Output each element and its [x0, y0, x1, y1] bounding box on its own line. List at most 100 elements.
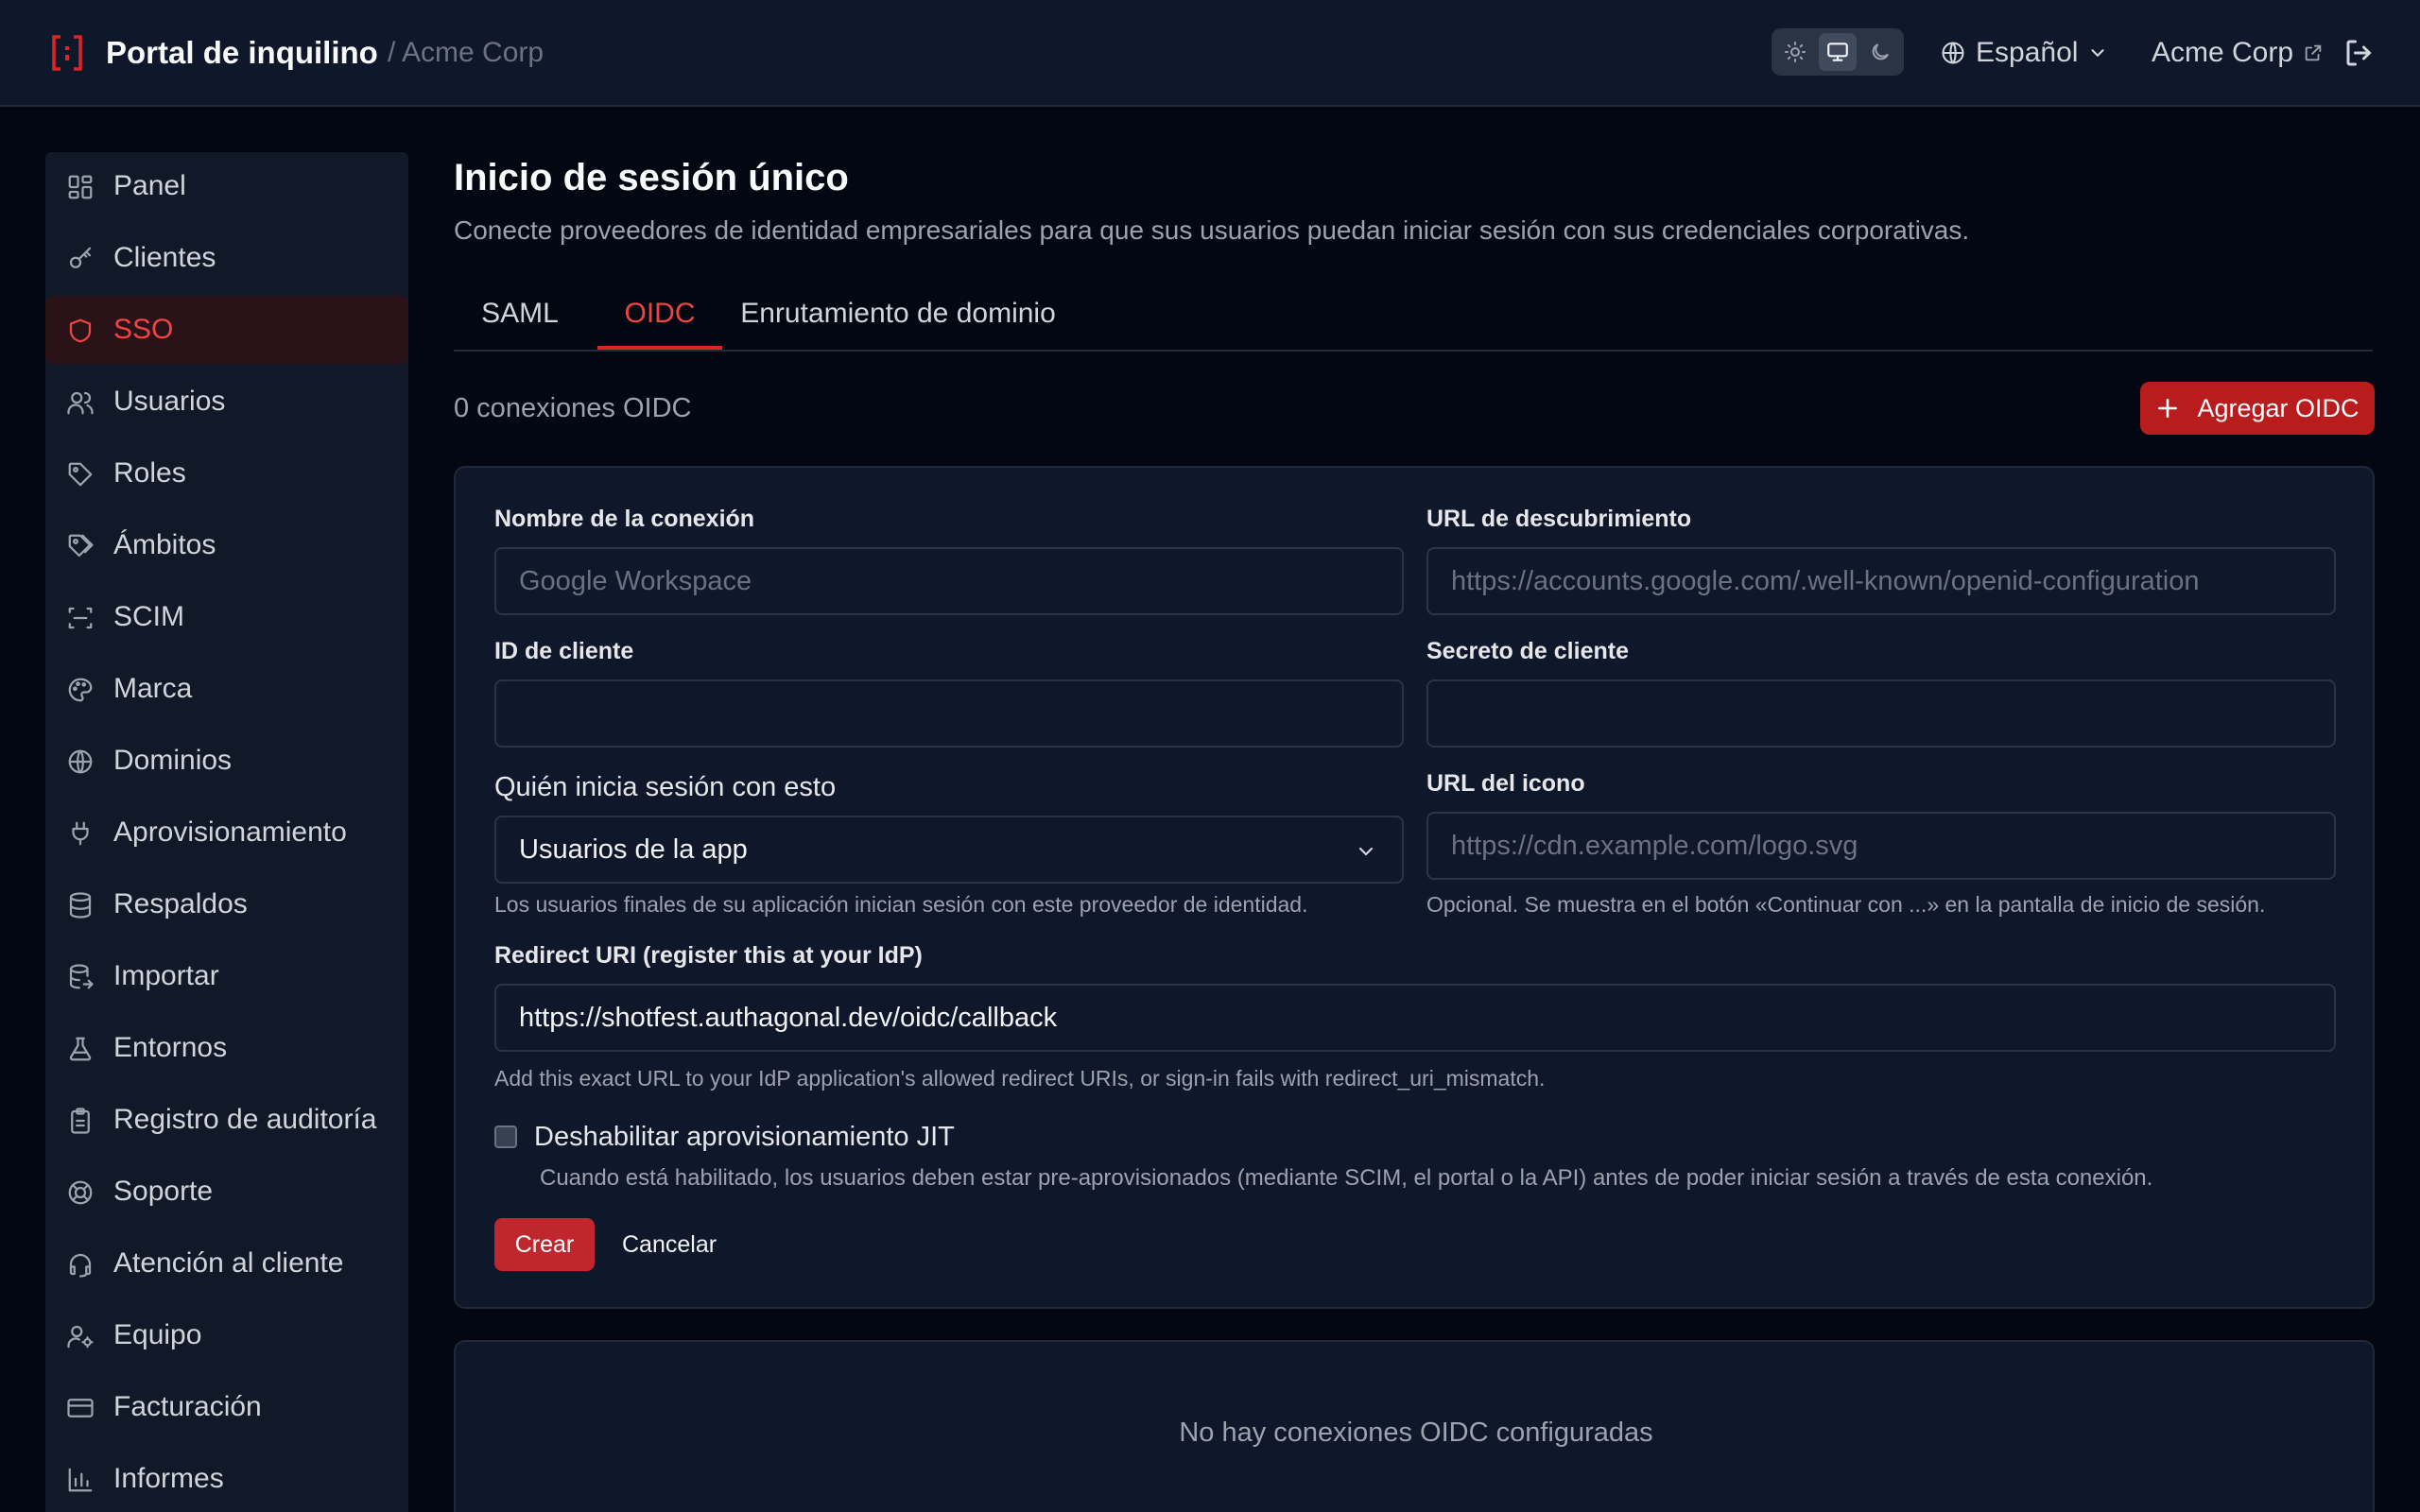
sidebar-item-label: Usuarios — [113, 386, 226, 417]
sidebar-item-clientes[interactable]: Clientes — [45, 224, 408, 292]
sidebar-item-sso[interactable]: SSO — [45, 296, 408, 364]
client-id-label: ID de cliente — [494, 638, 634, 664]
chart-icon — [68, 1468, 93, 1492]
globe-icon — [68, 749, 93, 774]
sidebar-item-panel[interactable]: Panel — [45, 152, 408, 220]
sidebar-item-label: Atención al cliente — [113, 1247, 344, 1279]
empty-state-card: No hay conexiones OIDC configuradas — [454, 1340, 2375, 1512]
plus-icon — [2158, 399, 2178, 418]
add-oidc-button[interactable]: Agregar OIDC — [2140, 382, 2375, 435]
scan-icon — [68, 607, 93, 629]
org-name: Acme Corp — [2152, 37, 2294, 68]
sidebar-item-label: Soporte — [113, 1176, 214, 1207]
sidebar-item-label: Informes — [113, 1463, 224, 1494]
sidebar-item-label: Respaldos — [113, 888, 248, 919]
flask-icon — [69, 1037, 92, 1061]
page-title: Inicio de sesión único — [454, 157, 849, 198]
sidebar-item-scim[interactable]: SCIM — [45, 583, 408, 651]
sidebar-item-label: Panel — [113, 170, 186, 201]
language-selector[interactable]: Español — [1940, 34, 2108, 72]
theme-dark-button[interactable] — [1861, 33, 1899, 71]
dashboard-icon — [68, 175, 93, 199]
credit-card-icon — [67, 1399, 94, 1418]
connection-name-label: Nombre de la conexión — [494, 506, 755, 532]
key-icon — [69, 247, 92, 268]
tab-oidc[interactable]: OIDC — [597, 293, 722, 350]
brand-logo-icon — [52, 35, 82, 71]
moon-icon — [1872, 43, 1889, 60]
breadcrumb[interactable]: / Acme Corp — [388, 34, 544, 72]
language-label: Español — [1976, 37, 2079, 68]
icon-url-help: Opcional. Se muestra en el botón «Contin… — [1426, 892, 2266, 917]
jit-checkbox[interactable] — [494, 1125, 517, 1148]
plug-icon — [72, 821, 89, 846]
sidebar-item-usuarios[interactable]: Usuarios — [45, 368, 408, 436]
page-description: Conecte proveedores de identidad empresa… — [454, 215, 1970, 245]
monitor-icon — [1827, 43, 1848, 61]
add-oidc-label: Agregar OIDC — [2197, 393, 2360, 422]
sidebar-item-label: Marca — [113, 673, 193, 704]
sidebar-item-informes[interactable]: Informes — [45, 1445, 408, 1512]
sidebar-item-marca[interactable]: Marca — [45, 655, 408, 723]
discovery-url-label: URL de descubrimiento — [1426, 506, 1692, 532]
oidc-form: Nombre de la conexión URL de descubrimie… — [454, 466, 2375, 1309]
redirect-uri-label: Redirect URI (register this at your IdP) — [494, 942, 923, 969]
lifebuoy-icon — [68, 1180, 93, 1205]
sidebar-item-importar[interactable]: Importar — [45, 942, 408, 1010]
sidebar-item-label: Roles — [113, 457, 186, 489]
client-secret-input[interactable] — [1426, 679, 2336, 747]
tab-domain-routing[interactable]: Enrutamiento de dominio — [737, 293, 1059, 350]
sidebar-item-label: Importar — [113, 960, 219, 991]
discovery-url-input[interactable] — [1426, 547, 2336, 615]
user-gear-icon — [67, 1325, 94, 1349]
sidebar-item-respaldos[interactable]: Respaldos — [45, 870, 408, 938]
org-external-link[interactable]: Acme Corp — [2152, 34, 2324, 72]
who-signs-in-label: Quién inicia sesión con esto — [494, 772, 837, 802]
create-button[interactable]: Crear — [494, 1218, 595, 1271]
sidebar-item-label: Equipo — [113, 1319, 202, 1350]
theme-system-button[interactable] — [1819, 33, 1857, 71]
sidebar-item-dominios[interactable]: Dominios — [45, 727, 408, 795]
top-bar: Portal de inquilino / Acme Corp Español — [0, 0, 2420, 107]
sidebar-item-entornos[interactable]: Entornos — [45, 1014, 408, 1082]
database-icon — [69, 892, 92, 919]
sidebar-item-atencion-al-cliente[interactable]: Atención al cliente — [45, 1229, 408, 1297]
sidebar-item-aprovisionamiento[interactable]: Aprovisionamiento — [45, 799, 408, 867]
who-signs-in-select[interactable]: Usuarios de la app — [494, 816, 1404, 884]
sidebar-item-label: SCIM — [113, 601, 184, 632]
logout-icon[interactable] — [2342, 36, 2377, 70]
theme-switcher — [1772, 28, 1904, 76]
sidebar-item-label: Registro de auditoría — [113, 1104, 377, 1135]
connection-name-input[interactable] — [494, 547, 1404, 615]
sidebar-item-equipo[interactable]: Equipo — [45, 1301, 408, 1369]
redirect-uri-help: Add this exact URL to your IdP applicati… — [494, 1066, 1546, 1091]
sidebar-item-registro-de-auditoria[interactable]: Registro de auditoría — [45, 1086, 408, 1154]
icon-url-label: URL del icono — [1426, 770, 1585, 797]
shield-icon — [69, 318, 92, 343]
palette-icon — [68, 678, 93, 702]
sidebar-item-roles[interactable]: Roles — [45, 439, 408, 507]
chevron-down-icon — [1358, 847, 1374, 856]
jit-label[interactable]: Deshabilitar aprovisionamiento JIT — [534, 1118, 955, 1156]
sidebar-item-label: SSO — [113, 314, 174, 345]
icon-url-input[interactable] — [1426, 812, 2336, 880]
sidebar-item-ambitos[interactable]: Ámbitos — [45, 511, 408, 579]
app-title: Portal de inquilino — [106, 35, 378, 70]
sidebar-item-label: Clientes — [113, 242, 216, 273]
tab-bar: SAML OIDC Enrutamiento de dominio — [454, 284, 2373, 352]
redirect-uri-input[interactable] — [494, 984, 2336, 1052]
tab-saml[interactable]: SAML — [454, 293, 586, 350]
client-id-input[interactable] — [494, 679, 1404, 747]
headset-icon — [69, 1253, 92, 1278]
who-signs-in-value: Usuarios de la app — [519, 833, 748, 865]
theme-light-button[interactable] — [1776, 33, 1814, 71]
sidebar-item-soporte[interactable]: Soporte — [45, 1158, 408, 1226]
sidebar-item-label: Entornos — [113, 1032, 228, 1063]
client-secret-label: Secreto de cliente — [1426, 638, 1629, 664]
empty-state-text: No hay conexiones OIDC configuradas — [1179, 1418, 1653, 1448]
tags-icon — [68, 534, 94, 558]
chevron-down-icon — [2091, 49, 2105, 58]
sidebar-item-facturacion[interactable]: Facturación — [45, 1373, 408, 1441]
sidebar-item-label: Facturación — [113, 1391, 262, 1422]
cancel-button[interactable]: Cancelar — [622, 1218, 717, 1271]
